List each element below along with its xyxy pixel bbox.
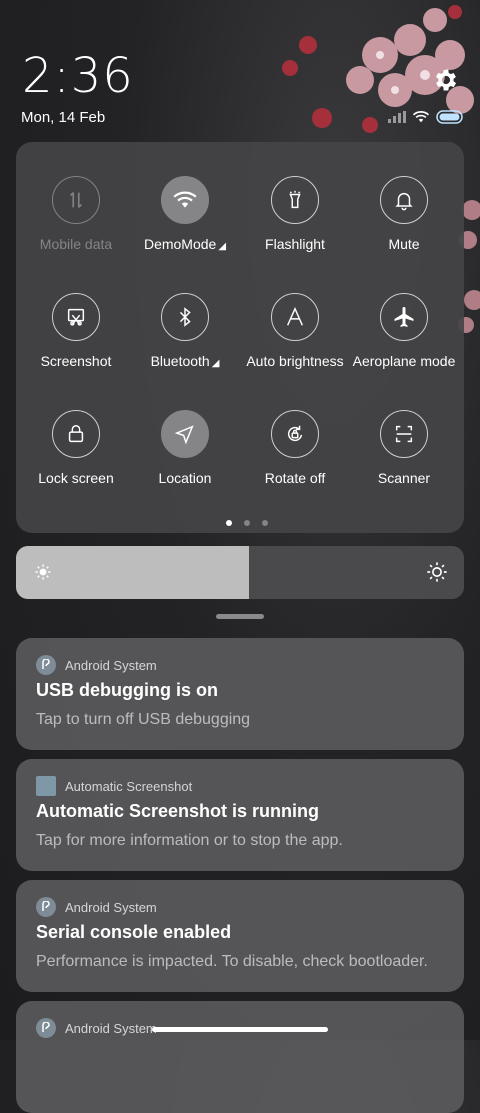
- clock: 2:36: [22, 48, 134, 104]
- expand-triangle-icon: ◢: [211, 358, 220, 369]
- android-system-icon: [36, 1018, 56, 1038]
- notification-android-system[interactable]: Android System: [16, 1001, 464, 1113]
- tile-flashlight[interactable]: Flashlight: [240, 176, 350, 276]
- battery-icon: [436, 110, 463, 124]
- status-icons: [388, 110, 464, 124]
- android-system-icon: [36, 655, 56, 675]
- tile-auto-brightness[interactable]: Auto brightness: [240, 293, 350, 393]
- aeroplane-icon: [380, 293, 428, 341]
- tile-label: Scanner: [377, 470, 431, 486]
- quick-settings-panel: Mobile data DemoMode ◢ Flashlight Mute S…: [16, 142, 464, 533]
- notification-automatic-screenshot[interactable]: Automatic Screenshot Automatic Screensho…: [16, 759, 464, 871]
- tile-label: Location: [158, 470, 212, 486]
- flashlight-icon: [271, 176, 319, 224]
- tile-label: Aeroplane mode: [352, 353, 456, 369]
- tile-label: Auto brightness: [246, 353, 344, 369]
- notification-title: Automatic Screenshot is running: [36, 801, 320, 821]
- tile-mute[interactable]: Mute: [349, 176, 459, 276]
- home-gesture-bar[interactable]: [152, 1027, 328, 1032]
- notification-app-name: Android System: [65, 899, 157, 915]
- tile-screenshot[interactable]: Screenshot: [21, 293, 131, 393]
- tile-location[interactable]: Location: [130, 410, 240, 510]
- tile-label: Bluetooth: [150, 353, 210, 369]
- automatic-screenshot-app-icon: [36, 776, 56, 796]
- tile-scanner[interactable]: Scanner: [349, 410, 459, 510]
- notification-app-name: Android System: [65, 657, 157, 673]
- notification-app-name: Automatic Screenshot: [65, 778, 193, 794]
- notification-usb-debugging[interactable]: Android System USB debugging is on Tap t…: [16, 638, 464, 750]
- notification-text: Tap for more information or to stop the …: [36, 832, 343, 849]
- notification-text: Performance is impacted. To disable, che…: [36, 953, 428, 970]
- notification-serial-console[interactable]: Android System Serial console enabled Pe…: [16, 880, 464, 992]
- tile-label: Flashlight: [265, 236, 325, 252]
- auto-brightness-icon: [271, 293, 319, 341]
- tile-lock-screen[interactable]: Lock screen: [21, 410, 131, 510]
- notification-title: Serial console enabled: [36, 922, 232, 942]
- rotate-icon: [271, 410, 319, 458]
- tile-demomode[interactable]: DemoMode ◢: [130, 176, 240, 276]
- notification-text: Tap to turn off USB debugging: [36, 711, 251, 728]
- tile-aeroplane-mode[interactable]: Aeroplane mode: [349, 293, 459, 393]
- lock-icon: [52, 410, 100, 458]
- tile-label: Rotate off: [264, 470, 326, 486]
- screenshot-icon: [52, 293, 100, 341]
- tile-rotate[interactable]: Rotate off: [240, 410, 350, 510]
- location-icon: [161, 410, 209, 458]
- scanner-icon: [380, 410, 428, 458]
- tile-label: DemoMode: [143, 236, 217, 252]
- tile-label: Mute: [388, 236, 420, 252]
- wifi-icon: [161, 176, 209, 224]
- date: Mon, 14 Feb: [21, 109, 106, 126]
- tile-bluetooth[interactable]: Bluetooth ◢: [130, 293, 240, 393]
- brightness-low-icon: [34, 563, 52, 586]
- brightness-high-icon: [426, 561, 448, 588]
- panel-drag-handle[interactable]: [216, 614, 264, 619]
- page-dot: [244, 520, 250, 526]
- android-system-icon: [36, 897, 56, 917]
- page-indicator: [226, 520, 268, 526]
- notification-title: USB debugging is on: [36, 680, 218, 700]
- tile-label: Lock screen: [38, 470, 114, 486]
- mobile-data-icon: [52, 176, 100, 224]
- tile-mobile-data[interactable]: Mobile data: [21, 176, 131, 276]
- page-dot: [262, 520, 268, 526]
- wifi-status-icon: [412, 111, 430, 123]
- tile-label: Mobile data: [39, 236, 113, 252]
- bell-icon: [380, 176, 428, 224]
- tile-label: Screenshot: [40, 353, 112, 369]
- expand-triangle-icon: ◢: [218, 241, 227, 252]
- settings-gear-icon[interactable]: [432, 66, 460, 94]
- brightness-slider[interactable]: [16, 546, 464, 599]
- page-dot: [226, 520, 232, 526]
- notification-app-name: Android System: [65, 1020, 157, 1036]
- bluetooth-icon: [161, 293, 209, 341]
- signal-icon: [388, 111, 406, 123]
